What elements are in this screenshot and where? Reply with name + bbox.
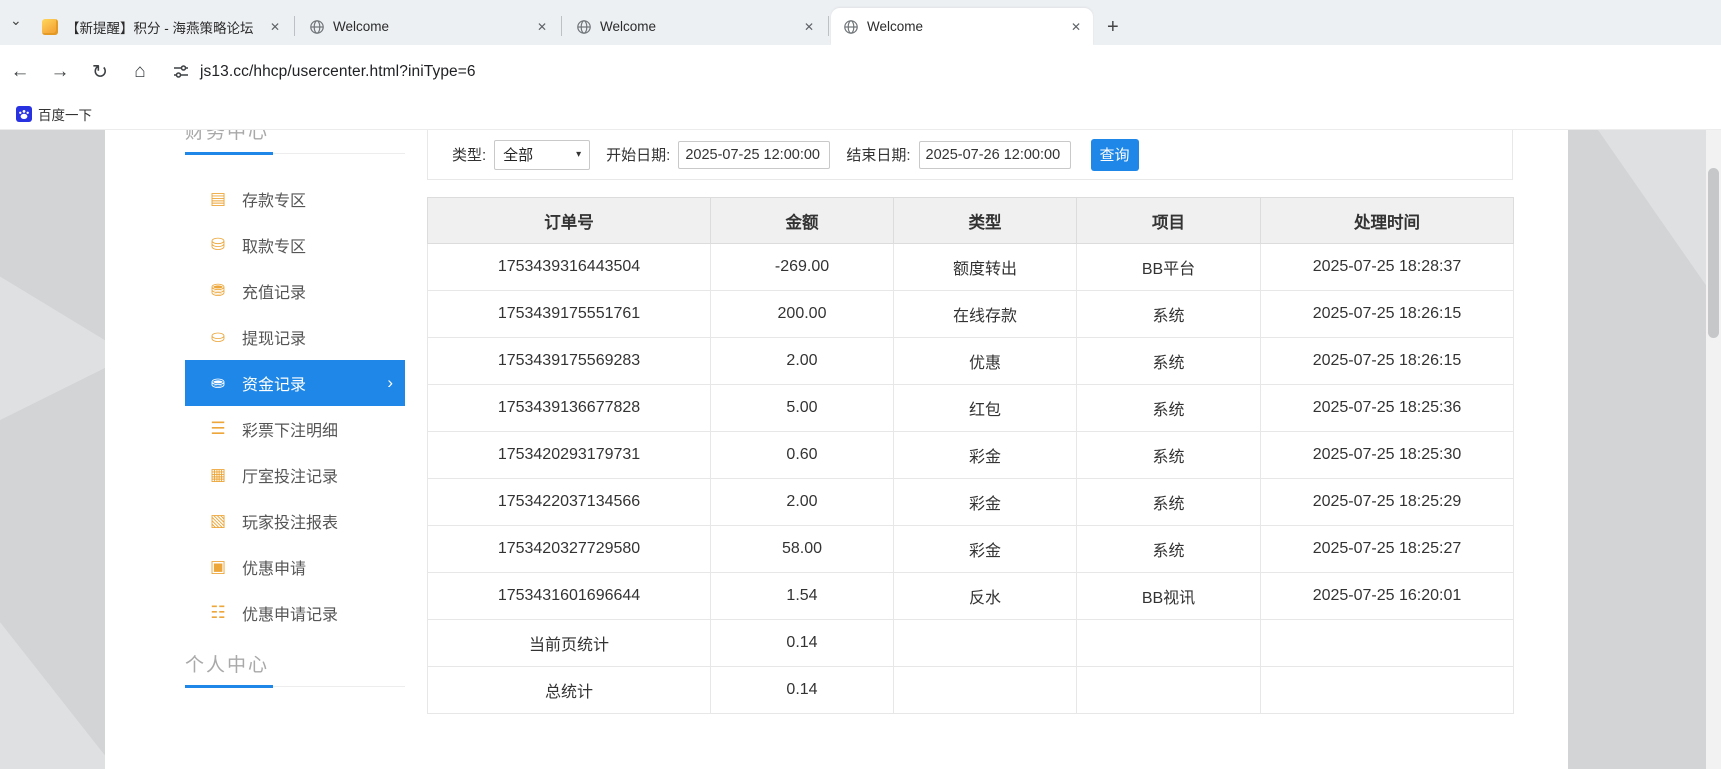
sidebar-item-funds-records[interactable]: ⛂ 资金记录 › xyxy=(185,360,405,406)
section-personal-center: 个人中心 xyxy=(185,650,405,688)
table-row: 1753439175551761 200.00 在线存款 系统 2025-07-25 1… xyxy=(427,290,1514,338)
sidebar-item-deposit[interactable]: ▤ 存款专区 › xyxy=(185,176,405,222)
col-type: 类型 xyxy=(893,197,1077,244)
tab-title: Welcome xyxy=(867,19,924,34)
end-date-label: 结束日期: xyxy=(846,147,911,164)
type-select[interactable]: 全部 ▾ xyxy=(494,139,591,170)
page-left-margin xyxy=(0,130,105,769)
tab-title: Welcome xyxy=(333,19,390,34)
col-process-time: 处理时间 xyxy=(1260,197,1514,244)
bookmark-baidu[interactable]: 百度一下 xyxy=(10,102,98,126)
sidebar-item-hall-bet-records[interactable]: ▦ 厅室投注记录 › xyxy=(185,452,405,498)
globe-icon xyxy=(310,19,324,34)
table-row: 1753420293179731 0.60 彩金 系统 2025-07-25 18:25… xyxy=(427,431,1514,479)
watermark-triangle xyxy=(0,584,105,769)
tab-title: Welcome xyxy=(600,19,657,34)
tab-search-chevron-icon[interactable]: ⌄ xyxy=(10,12,22,29)
section-finance-center: 财务中心 xyxy=(185,130,405,155)
table-row: 1753420327729580 58.00 彩金 系统 2025-07-25 18:2… xyxy=(427,525,1514,573)
watermark-triangle xyxy=(0,240,105,450)
type-select-value: 全部 xyxy=(503,147,534,164)
globe-icon xyxy=(844,19,858,34)
sidebar: 财务中心 ▤ 存款专区 › ⛁ 取款专区 › ⛃ 充值记录 › xyxy=(185,130,405,688)
table-row: 1753439136677828 5.00 红包 系统 2025-07-25 18:25… xyxy=(427,384,1514,432)
sidebar-item-promo-apply-records[interactable]: ☷ 优惠申请记录 › xyxy=(185,590,405,636)
sidebar-item-promo-apply[interactable]: ▣ 优惠申请 › xyxy=(185,544,405,590)
tab-title: 【新提醒】积分 - 海燕策略论坛 xyxy=(66,20,254,36)
col-project: 项目 xyxy=(1076,197,1261,244)
site-settings-icon[interactable] xyxy=(172,63,190,81)
table-row-total-summary: 总统计 0.14 xyxy=(427,666,1514,714)
start-date-label: 开始日期: xyxy=(606,147,671,164)
withdraw-icon: ⛁ xyxy=(210,235,226,254)
sidebar-item-recharge-records[interactable]: ⛃ 充值记录 › xyxy=(185,268,405,314)
sidebar-menu: ▤ 存款专区 › ⛁ 取款专区 › ⛃ 充值记录 › ⛀ 提现记录 › xyxy=(185,176,405,636)
query-button[interactable]: 查询 xyxy=(1090,138,1139,171)
close-icon[interactable]: ✕ xyxy=(266,18,284,36)
table-header-row: 订单号 金额 类型 项目 处理时间 xyxy=(427,197,1514,244)
chevron-down-icon: ▾ xyxy=(576,149,582,160)
tab-separator xyxy=(828,16,829,36)
table-row: 1753439175569283 2.00 优惠 系统 2025-07-25 18:26… xyxy=(427,337,1514,385)
filter-bar: 类型: 全部 ▾ 开始日期: 结束日期: 查询 xyxy=(427,130,1513,180)
recharge-records-icon: ⛃ xyxy=(210,281,226,300)
deposit-icon: ▤ xyxy=(209,189,227,208)
sidebar-item-player-bet-report[interactable]: ▧ 玩家投注报表 › xyxy=(185,498,405,544)
table-row: 1753439316443504 -269.00 额度转出 BB平台 2025-07-2… xyxy=(427,243,1514,291)
globe-icon xyxy=(577,19,591,34)
page-right-margin xyxy=(1568,130,1706,769)
navigation-bar: ← → ↻ ⌂ js13.cc/hhcp/usercenter.html?ini… xyxy=(0,45,1721,99)
address-bar[interactable]: js13.cc/hhcp/usercenter.html?iniType=6 xyxy=(200,63,476,81)
col-order-number: 订单号 xyxy=(427,197,711,244)
bookmark-label: 百度一下 xyxy=(38,108,92,123)
withdrawal-records-icon: ⛀ xyxy=(210,327,226,346)
col-amount: 金额 xyxy=(710,197,894,244)
table-row: 1753431601696644 1.54 反水 BB视讯 2025-07-25 16:… xyxy=(427,572,1514,620)
scrollbar-track[interactable] xyxy=(1706,130,1721,769)
sidebar-item-withdraw[interactable]: ⛁ 取款专区 › xyxy=(185,222,405,268)
promo-apply-icon: ▣ xyxy=(209,557,227,576)
page-content: 财务中心 ▤ 存款专区 › ⛁ 取款专区 › ⛃ 充值记录 › xyxy=(0,130,1721,769)
tab-welcome-2[interactable]: Welcome ✕ xyxy=(564,8,826,45)
tab-strip: ⌄ 【新提醒】积分 - 海燕策略论坛 ✕ Welcome ✕ Welcome ✕ xyxy=(0,0,1721,45)
funds-records-icon: ⛂ xyxy=(210,373,226,392)
back-icon[interactable]: ← xyxy=(0,61,40,83)
end-date-input[interactable] xyxy=(918,140,1071,169)
main-panel: 类型: 全部 ▾ 开始日期: 结束日期: 查询 订单号 金额 类型 xyxy=(427,130,1514,714)
sidebar-item-lottery-bet-details[interactable]: ☰ 彩票下注明细 › xyxy=(185,406,405,452)
table-row-page-summary: 当前页统计 0.14 xyxy=(427,619,1514,667)
close-icon[interactable]: ✕ xyxy=(1067,18,1085,36)
table-row: 1753422037134566 2.00 彩金 系统 2025-07-25 18:25… xyxy=(427,478,1514,526)
type-label: 类型: xyxy=(452,147,487,164)
scrollbar-thumb[interactable] xyxy=(1708,168,1719,338)
lottery-details-icon: ☰ xyxy=(210,419,226,438)
reload-icon[interactable]: ↻ xyxy=(80,61,120,84)
promo-records-icon: ☷ xyxy=(210,603,226,622)
tab-separator xyxy=(294,16,295,36)
tab-separator xyxy=(561,16,562,36)
bookmarks-bar: 百度一下 xyxy=(0,99,1721,130)
browser-window: ⌄ 【新提醒】积分 - 海燕策略论坛 ✕ Welcome ✕ Welcome ✕ xyxy=(0,0,1721,769)
funds-records-table: 订单号 金额 类型 项目 处理时间 1753439316443504 -269.0… xyxy=(427,197,1514,714)
tabs: 【新提醒】积分 - 海燕策略论坛 ✕ Welcome ✕ Welcome ✕ W… xyxy=(30,0,1119,45)
start-date-input[interactable] xyxy=(678,140,831,169)
close-icon[interactable]: ✕ xyxy=(800,18,818,36)
hall-bet-records-icon: ▦ xyxy=(209,465,227,484)
new-tab-button[interactable]: + xyxy=(1107,17,1119,37)
forward-icon[interactable]: → xyxy=(40,61,80,83)
tab-forum[interactable]: 【新提醒】积分 - 海燕策略论坛 ✕ xyxy=(30,8,292,45)
close-icon[interactable]: ✕ xyxy=(533,18,551,36)
forum-note-icon xyxy=(42,18,58,35)
watermark-triangle xyxy=(1598,130,1706,360)
tab-welcome-active[interactable]: Welcome ✕ xyxy=(831,8,1093,45)
sidebar-item-withdrawal-records[interactable]: ⛀ 提现记录 › xyxy=(185,314,405,360)
home-icon[interactable]: ⌂ xyxy=(120,61,160,83)
chevron-right-icon: › xyxy=(387,373,393,392)
baidu-paw-icon xyxy=(16,106,32,122)
tab-welcome-1[interactable]: Welcome ✕ xyxy=(297,8,559,45)
player-report-icon: ▧ xyxy=(209,511,227,530)
